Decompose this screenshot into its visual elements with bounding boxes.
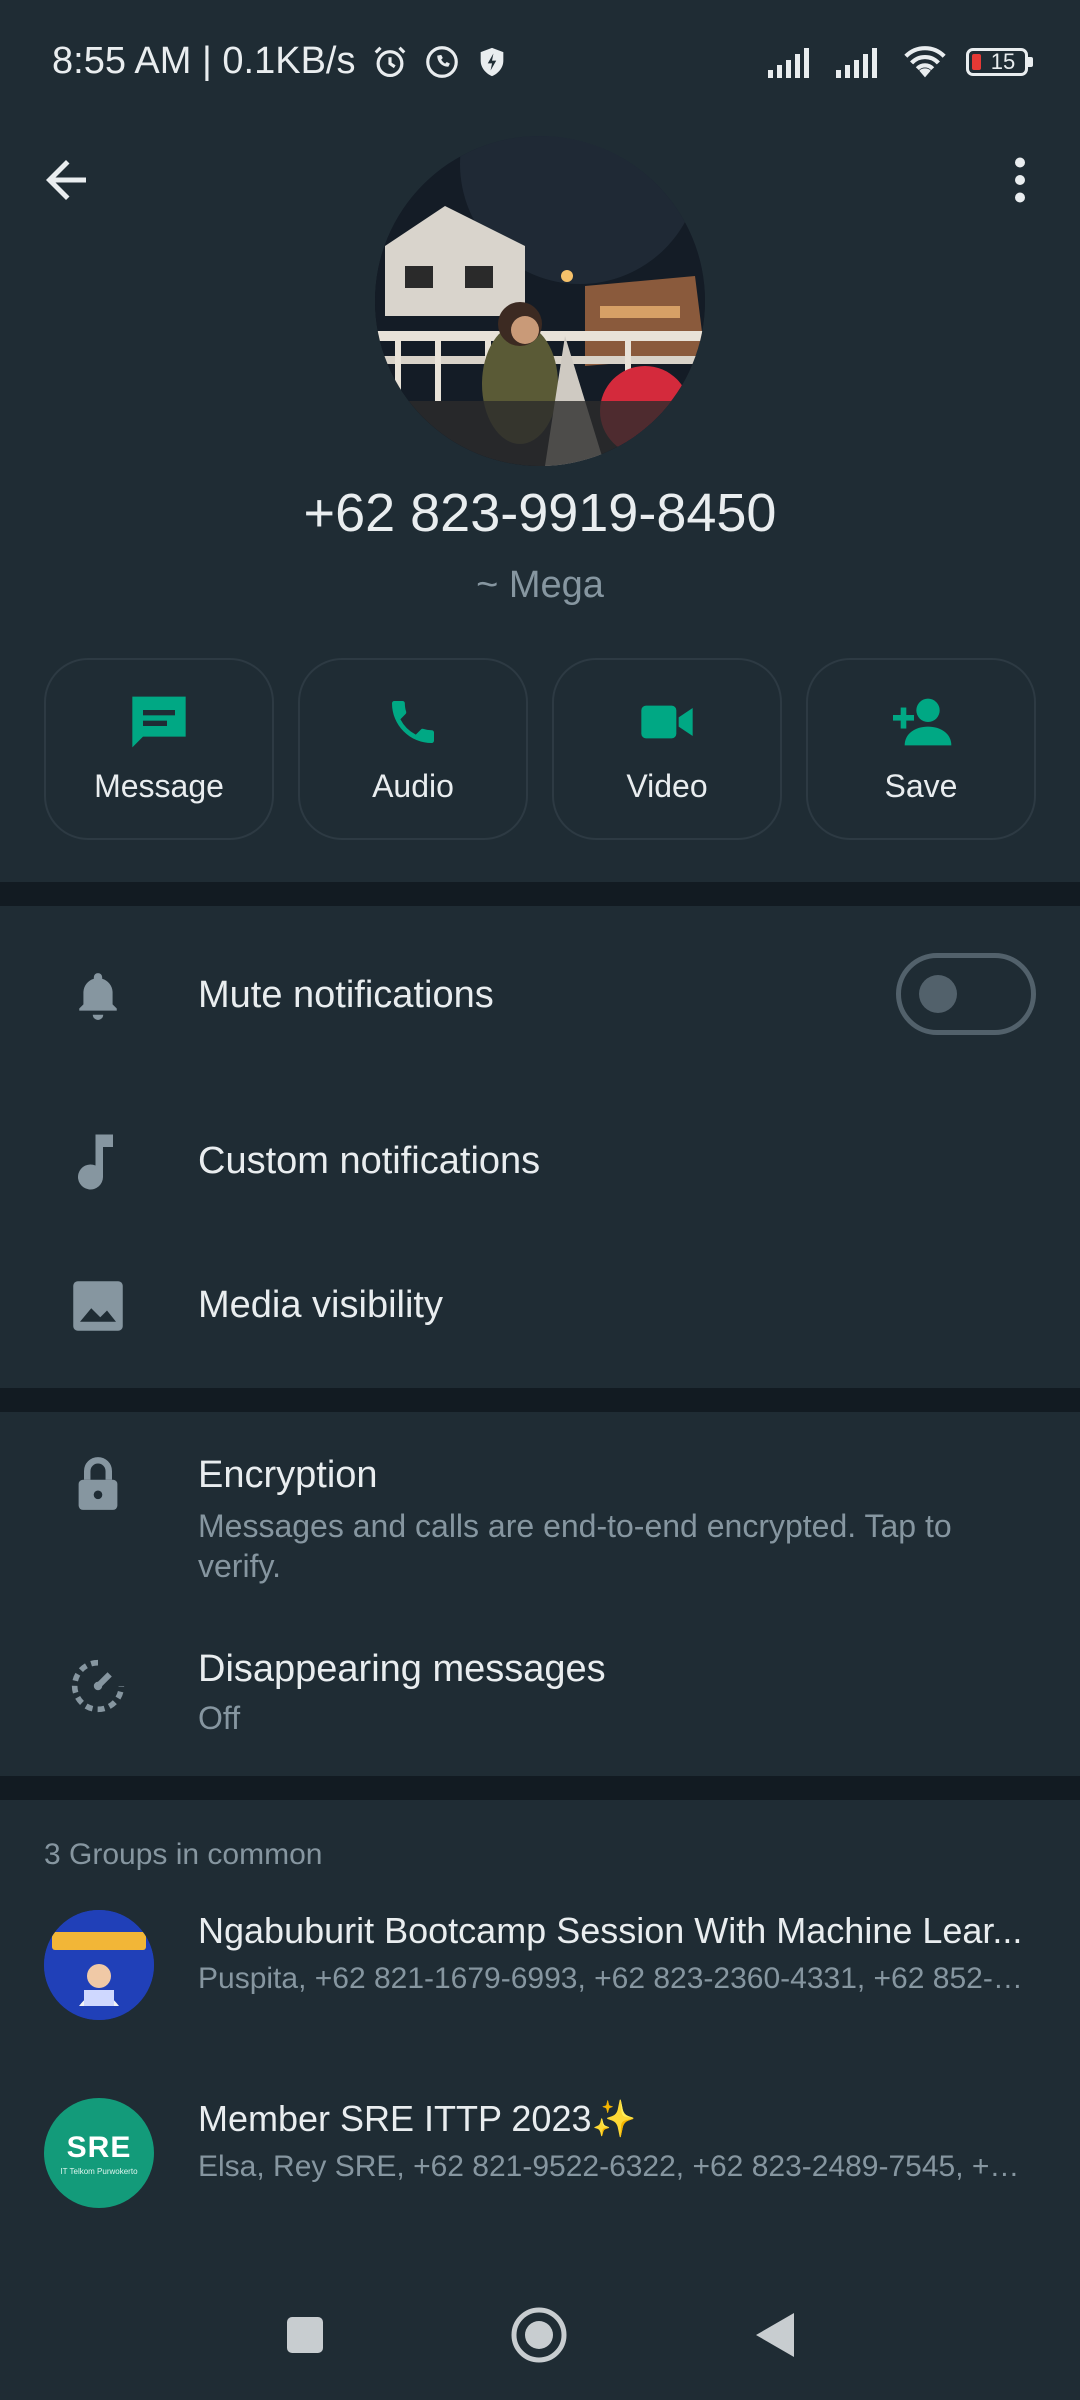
lock-icon [68, 1454, 128, 1514]
media-visibility-label: Media visibility [198, 1284, 443, 1326]
group-members: Elsa, Rey SRE, +62 821-9522-6322, +62 82… [198, 2150, 1034, 2183]
profile-avatar[interactable] [375, 136, 705, 466]
group-name: Ngabuburit Bootcamp Session With Machine… [198, 1910, 1023, 1951]
video-icon [641, 705, 693, 738]
action-buttons: Message Audio Video Save [44, 658, 1036, 840]
bell-icon [68, 966, 128, 1026]
home-circle-icon [511, 2307, 567, 2363]
video-call-button[interactable]: Video [552, 658, 782, 840]
back-nav-button[interactable] [740, 2300, 810, 2370]
profile-header: +62 823-9919-8450 ~ Mega Message Audio V… [0, 102, 1080, 882]
timer-icon [68, 1656, 128, 1716]
mute-notifications-row[interactable]: Mute notifications [0, 906, 1080, 1086]
signal-icon [836, 48, 877, 78]
mute-notifications-label: Mute notifications [198, 974, 494, 1016]
message-icon [132, 696, 186, 747]
audio-label: Audio [372, 767, 454, 804]
arrow-left-icon [46, 160, 86, 200]
groups-header: 3 Groups in common [44, 1838, 323, 1871]
more-vert-icon [1015, 157, 1025, 203]
group-avatar-subtext: IT Telkom Purwokerto [60, 2166, 138, 2176]
video-label: Video [626, 767, 708, 804]
custom-notifications-row[interactable]: Custom notifications [0, 1086, 1080, 1236]
save-label: Save [884, 767, 958, 804]
wifi-icon [904, 46, 946, 78]
disappearing-messages-value: Off [198, 1700, 241, 1736]
media-visibility-row[interactable]: Media visibility [0, 1236, 1080, 1386]
image-icon [68, 1276, 128, 1336]
group-avatar [44, 1910, 154, 2020]
battery-icon: 15 [966, 48, 1033, 76]
group-avatar-art [44, 1910, 154, 2020]
system-navigation-bar [0, 2270, 1080, 2400]
status-time: 8:55 AM | 0.1KB/s [52, 40, 356, 82]
add-person-icon [893, 698, 952, 745]
whatsapp-icon [426, 45, 459, 78]
music-note-icon [68, 1132, 128, 1192]
triangle-back-icon [756, 2313, 794, 2357]
battery-level: 15 [990, 49, 1016, 74]
message-button[interactable]: Message [44, 658, 274, 840]
signal-icon [768, 48, 809, 78]
status-bar: 8:55 AM | 0.1KB/s 15 [0, 0, 1080, 102]
contact-phone-number: +62 823-9919-8450 [303, 483, 777, 543]
contact-push-name: ~ Mega [476, 564, 604, 606]
groups-in-common: 3 Groups in common Ngabuburit Bootcamp S… [0, 1800, 1080, 2270]
encryption-row[interactable]: Encryption Messages and calls are end-to… [0, 1412, 1080, 1612]
status-left: 8:55 AM | 0.1KB/s [52, 40, 509, 83]
encryption-title: Encryption [198, 1454, 378, 1496]
group-item[interactable]: Ngabuburit Bootcamp Session With Machine… [0, 1900, 1080, 2040]
encryption-subtitle: Messages and calls are end-to-end encryp… [198, 1508, 952, 1584]
phone-icon [392, 700, 434, 743]
privacy-settings: Encryption Messages and calls are end-to… [0, 1412, 1080, 1776]
group-avatar: SRE IT Telkom Purwokerto [44, 2098, 154, 2208]
disappearing-messages-title: Disappearing messages [198, 1648, 606, 1690]
save-contact-button[interactable]: Save [806, 658, 1036, 840]
shield-icon [481, 47, 504, 76]
alarm-icon [375, 46, 406, 77]
message-label: Message [94, 767, 224, 804]
group-name: Member SRE ITTP 2023✨ [198, 2098, 637, 2139]
disappearing-messages-row[interactable]: Disappearing messages Off [0, 1612, 1080, 1776]
back-button[interactable] [36, 150, 96, 210]
audio-call-button[interactable]: Audio [298, 658, 528, 840]
square-icon [287, 2317, 323, 2353]
mute-toggle[interactable] [896, 953, 1036, 1035]
recents-button[interactable] [270, 2300, 340, 2370]
custom-notifications-label: Custom notifications [198, 1140, 541, 1182]
group-avatar-text: SRE [66, 2130, 132, 2164]
toggle-knob [919, 975, 957, 1013]
group-item[interactable]: SRE IT Telkom Purwokerto Member SRE ITTP… [0, 2088, 1080, 2228]
status-right: 15 [766, 44, 1033, 80]
more-options-button[interactable] [990, 150, 1050, 210]
home-button[interactable] [504, 2300, 574, 2370]
notification-settings: Mute notifications Custom notifications … [0, 906, 1080, 1388]
profile-photo [375, 136, 705, 466]
group-members: Puspita, +62 821-1679-6993, +62 823-2360… [198, 1962, 1034, 1995]
